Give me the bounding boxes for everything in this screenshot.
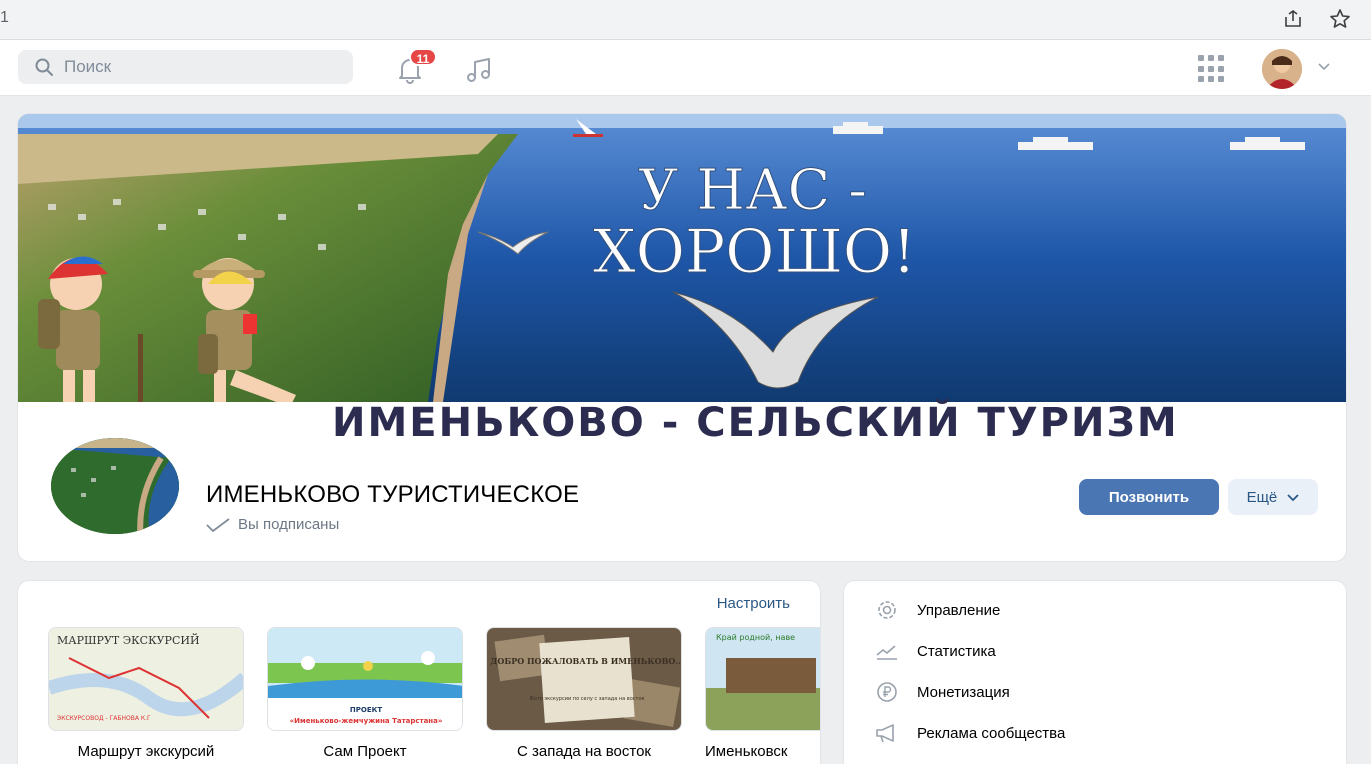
albums-card: Настроить МАРШРУТ ЭКСКУРСИЙ ЭКСКУРСОВОД … [17,580,821,764]
album-caption: Именьковск [705,743,788,760]
chart-icon [876,645,897,660]
check-icon [206,517,230,532]
album-thumb-sub: ЭКСКУРСОВОД - ГАБНОВА К.Г [57,715,151,722]
menu-item-monetization[interactable]: Монетизация [874,681,1010,703]
menu-item-label: Монетизация [917,683,1010,701]
menu-item-statistics[interactable]: Статистика [874,640,996,662]
chevron-down-icon [1287,493,1300,501]
search-box[interactable] [18,50,353,84]
album-caption: Маршрут экскурсий [77,743,215,760]
more-button[interactable]: Ещё [1228,479,1318,515]
menu-item-label: Реклама сообщества [917,724,1066,742]
cover-headline-2: ХОРОШО! [593,217,916,287]
album-caption: С запада на восток [517,743,651,760]
gear-icon [878,601,896,619]
menu-item-label: Управление [917,601,1001,619]
cover-headline-1: У НАС - [638,158,867,223]
star-icon[interactable] [1329,8,1351,30]
subscription-status-label: Вы подписаны [238,516,340,533]
notifications-button[interactable]: 11 [393,48,437,86]
album-thumb-title: Край родной, наве [716,633,795,642]
album-thumb-title: МАРШРУТ ЭКСКУРСИЙ [57,633,200,647]
music-button[interactable] [463,54,495,86]
tab-number: 1 [0,9,9,26]
album-tile[interactable]: ПРОЕКТ «Именьково-жемчужина Татарстана» … [267,627,463,760]
search-input[interactable] [64,57,334,77]
album-thumb-title: ПРОЕКТ [350,706,382,714]
community-title: ИМЕНЬКОВО ТУРИСТИЧЕСКОЕ [206,481,580,508]
community-cover-card: У НАС - ХОРОШО! ИМЕНЬКОВО - СЕЛЬСКИЙ ТУР… [17,113,1347,562]
community-avatar[interactable] [47,434,183,538]
album-thumb-title: ДОБРО ПОЖАЛОВАТЬ В ИМЕНЬКОВО... [490,656,682,666]
menu-item-label: Статистика [917,642,996,660]
management-card: Управление Статистика Монетизация Реклам… [843,580,1347,764]
browser-toolbar: 1 [0,0,1371,40]
album-thumb-sub: «Именьково-жемчужина Татарстана» [290,717,443,725]
cover-image: У НАС - ХОРОШО! ИМЕНЬКОВО - СЕЛЬСКИЙ ТУР… [18,114,1346,454]
music-note-icon [467,58,490,82]
album-thumbnail: Край родной, наве [705,627,820,731]
ruble-icon [877,682,897,702]
apps-grid-icon[interactable] [1198,55,1226,83]
album-tile[interactable]: МАРШРУТ ЭКСКУРСИЙ ЭКСКУРСОВОД - ГАБНОВА … [48,627,244,760]
megaphone-icon [876,724,894,743]
more-button-label: Ещё [1246,488,1278,506]
chevron-down-icon[interactable] [1318,58,1330,74]
notification-badge: 11 [409,48,437,66]
call-button[interactable]: Позвонить [1079,479,1219,515]
cover-banner-text: ИМЕНЬКОВО - СЕЛЬСКИЙ ТУРИЗМ [332,398,1179,446]
album-thumbnail: ДОБРО ПОЖАЛОВАТЬ В ИМЕНЬКОВО... Фото экс… [486,627,682,731]
menu-item-management[interactable]: Управление [874,599,1000,621]
album-tile[interactable]: ДОБРО ПОЖАЛОВАТЬ В ИМЕНЬКОВО... Фото экс… [486,627,682,760]
album-caption: Сам Проект [323,743,407,760]
configure-link[interactable]: Настроить [717,595,790,612]
user-avatar[interactable] [1262,49,1302,89]
share-icon[interactable] [1282,8,1304,30]
album-thumb-sub: Фото экскурсии по селу с запада на восто… [529,696,644,702]
album-thumbnail: МАРШРУТ ЭКСКУРСИЙ ЭКСКУРСОВОД - ГАБНОВА … [48,627,244,731]
menu-item-ads[interactable]: Реклама сообщества [874,722,1065,744]
search-icon [35,58,53,76]
album-thumbnail: ПРОЕКТ «Именьково-жемчужина Татарстана» [267,627,463,731]
album-tile[interactable]: Край родной, наве Именьковск [705,627,820,760]
subscription-status[interactable]: Вы подписаны [206,516,339,533]
site-header: 11 [0,40,1371,96]
